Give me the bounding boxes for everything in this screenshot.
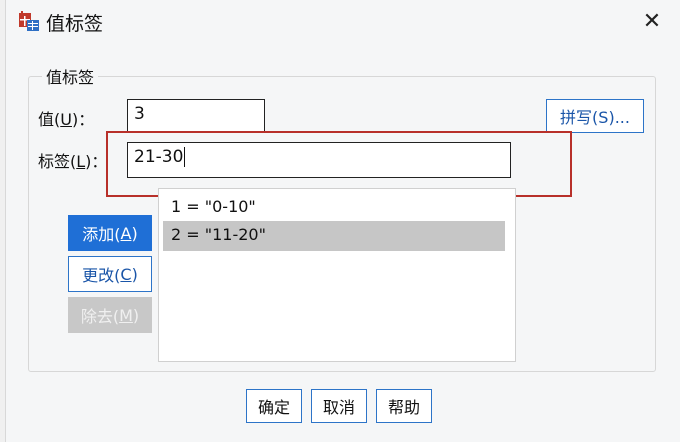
group-legend: 值标签 (42, 64, 99, 88)
close-button[interactable]: ✕ (636, 6, 668, 36)
text-caret (184, 147, 186, 167)
remove-label-prefix: 除去( (80, 307, 120, 326)
remove-label-hotkey: M (119, 305, 133, 325)
change-label-prefix: 更改( (82, 266, 121, 285)
change-label-suffix: ) (131, 264, 138, 284)
ok-label: 确定 (257, 398, 290, 417)
label-input[interactable]: 21-30 (127, 142, 511, 178)
add-label-prefix: 添加( (82, 225, 121, 244)
list-item-text: 2 = "11-20" (171, 225, 266, 244)
value-label-suffix: )： (71, 110, 95, 129)
value-labels-dialog: 值标签 ✕ 值标签 值(U)： 3 拼写(S)... 标签(L)： 21-30 … (6, 0, 680, 442)
spell-check-label: 拼写(S)... (560, 108, 630, 127)
change-label-hotkey: C (120, 264, 132, 284)
value-label-prefix: 值( (38, 110, 61, 129)
label-input-text: 21-30 (134, 147, 184, 167)
help-label: 帮助 (387, 398, 420, 417)
remove-label-suffix: ) (132, 305, 140, 325)
add-label-suffix: ) (131, 223, 138, 243)
remove-button: 除去(M) (68, 297, 152, 333)
add-label-hotkey: A (120, 223, 132, 243)
label-label: 标签(L)： (38, 148, 107, 172)
list-item[interactable]: 1 = "0-10" (163, 193, 505, 223)
add-button[interactable]: 添加(A) (68, 215, 152, 251)
table-value-label-icon (18, 10, 40, 32)
change-button[interactable]: 更改(C) (68, 256, 152, 292)
label-label-prefix: 标签( (38, 152, 77, 171)
title-bar: 值标签 ✕ (6, 0, 680, 44)
spell-check-button[interactable]: 拼写(S)... (546, 99, 644, 133)
value-input[interactable]: 3 (127, 99, 265, 133)
label-label-suffix: )： (85, 152, 108, 171)
value-label-hotkey: U (60, 110, 72, 129)
help-button[interactable]: 帮助 (376, 389, 432, 423)
cancel-label: 取消 (322, 398, 355, 417)
label-label-hotkey: L (76, 152, 86, 171)
value-input-text: 3 (134, 104, 145, 124)
dialog-title: 值标签 (46, 13, 104, 35)
list-item-selected[interactable]: 2 = "11-20" (163, 221, 505, 251)
cancel-button[interactable]: 取消 (311, 389, 367, 423)
close-icon: ✕ (642, 8, 662, 34)
value-label-list[interactable]: 1 = "0-10" 2 = "11-20" (158, 188, 516, 362)
value-label: 值(U)： (38, 106, 94, 130)
ok-button[interactable]: 确定 (246, 389, 302, 423)
list-item-text: 1 = "0-10" (171, 197, 256, 216)
